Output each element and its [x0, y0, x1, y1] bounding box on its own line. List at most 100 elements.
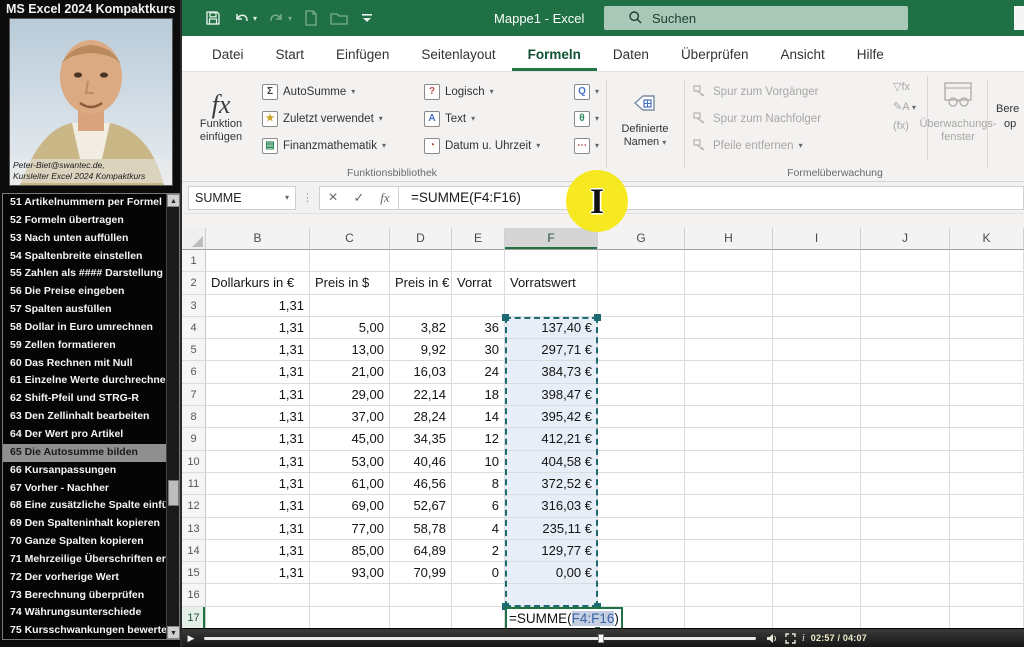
function-category-button[interactable]: θ▾ [574, 105, 599, 132]
datum-u-uhrzeit-button[interactable]: ◔Datum u. Uhrzeit▾ [424, 132, 540, 159]
cell-B17[interactable] [206, 607, 310, 629]
cell-J11[interactable] [861, 473, 950, 495]
cell-D11[interactable]: 46,56 [390, 473, 452, 495]
cell-G16[interactable] [598, 584, 685, 606]
cell-B3[interactable]: 1,31 [206, 295, 310, 317]
cell-C8[interactable]: 37,00 [310, 406, 390, 428]
cell-D5[interactable]: 9,92 [390, 339, 452, 361]
cell-D15[interactable]: 70,99 [390, 562, 452, 584]
cell-B8[interactable]: 1,31 [206, 406, 310, 428]
cell-K11[interactable] [950, 473, 1024, 495]
cell-C2[interactable]: Preis in $ [310, 272, 390, 294]
formula-input[interactable]: =SUMME(F4:F16) [399, 186, 1024, 210]
row-header-11[interactable]: 11 [182, 473, 206, 495]
cell-J16[interactable] [861, 584, 950, 606]
cell-F6[interactable]: 384,73 € [505, 361, 598, 383]
cell-J4[interactable] [861, 317, 950, 339]
cell-H16[interactable] [685, 584, 773, 606]
cell-K6[interactable] [950, 361, 1024, 383]
cell-I2[interactable] [773, 272, 861, 294]
row-header-4[interactable]: 4 [182, 317, 206, 339]
cell-D17[interactable] [390, 607, 452, 629]
cell-K16[interactable] [950, 584, 1024, 606]
cell-B2[interactable]: Dollarkurs in € [206, 272, 310, 294]
cell-H10[interactable] [685, 451, 773, 473]
cell-E10[interactable]: 10 [452, 451, 505, 473]
cell-F1[interactable] [505, 250, 598, 272]
cell-I10[interactable] [773, 451, 861, 473]
volume-icon[interactable] [766, 632, 778, 644]
cell-E7[interactable]: 18 [452, 384, 505, 406]
cell-J10[interactable] [861, 451, 950, 473]
cell-H1[interactable] [685, 250, 773, 272]
cell-K10[interactable] [950, 451, 1024, 473]
cell-I1[interactable] [773, 250, 861, 272]
cell-F14[interactable]: 129,77 € [505, 540, 598, 562]
cell-I4[interactable] [773, 317, 861, 339]
cell-J12[interactable] [861, 495, 950, 517]
cell-F12[interactable]: 316,03 € [505, 495, 598, 517]
chapter-item[interactable]: 67 Vorher - Nachher [3, 480, 179, 498]
tab-formeln[interactable]: Formeln [512, 39, 597, 71]
cell-H8[interactable] [685, 406, 773, 428]
column-header-F[interactable]: F [505, 228, 598, 250]
row-header-1[interactable]: 1 [182, 250, 206, 272]
chapter-item[interactable]: 75 Kursschwankungen bewerter [3, 622, 179, 640]
cell-H2[interactable] [685, 272, 773, 294]
chapter-item[interactable]: 54 Spaltenbreite einstellen [3, 248, 179, 266]
cell-J9[interactable] [861, 428, 950, 450]
progress-marker[interactable] [598, 634, 604, 643]
column-header-C[interactable]: C [310, 228, 390, 250]
row-header-5[interactable]: 5 [182, 339, 206, 361]
row-header-6[interactable]: 6 [182, 361, 206, 383]
chapter-item[interactable]: 56 Die Preise eingeben [3, 283, 179, 301]
row-header-13[interactable]: 13 [182, 518, 206, 540]
cell-E2[interactable]: Vorrat [452, 272, 505, 294]
cell-B4[interactable]: 1,31 [206, 317, 310, 339]
cell-B6[interactable]: 1,31 [206, 361, 310, 383]
info-icon[interactable]: i [802, 633, 805, 644]
cell-J15[interactable] [861, 562, 950, 584]
cell-D1[interactable] [390, 250, 452, 272]
cell-B13[interactable]: 1,31 [206, 518, 310, 540]
row-header-16[interactable]: 16 [182, 584, 206, 606]
cell-E1[interactable] [452, 250, 505, 272]
cell-E4[interactable]: 36 [452, 317, 505, 339]
cell-K3[interactable] [950, 295, 1024, 317]
cell-C4[interactable]: 5,00 [310, 317, 390, 339]
cell-F9[interactable]: 412,21 € [505, 428, 598, 450]
logisch-button[interactable]: ?Logisch▾ [424, 78, 540, 105]
chapter-item[interactable]: 52 Formeln übertragen [3, 212, 179, 230]
text-button[interactable]: AText▾ [424, 105, 540, 132]
cell-E14[interactable]: 2 [452, 540, 505, 562]
cell-D4[interactable]: 3,82 [390, 317, 452, 339]
name-box-dropdown-icon[interactable]: ▾ [285, 193, 289, 202]
cell-B1[interactable] [206, 250, 310, 272]
cell-I8[interactable] [773, 406, 861, 428]
cell-F16[interactable] [505, 584, 598, 606]
scroll-up-icon[interactable]: ▲ [167, 194, 180, 207]
cell-K2[interactable] [950, 272, 1024, 294]
row-header-10[interactable]: 10 [182, 451, 206, 473]
cell-B16[interactable] [206, 584, 310, 606]
cell-K14[interactable] [950, 540, 1024, 562]
calculation-options-button[interactable]: Bere op [996, 102, 1019, 132]
chapter-item[interactable]: 62 Shift-Pfeil und STRG-R [3, 390, 179, 408]
cell-I7[interactable] [773, 384, 861, 406]
cell-J8[interactable] [861, 406, 950, 428]
cell-K15[interactable] [950, 562, 1024, 584]
cell-D13[interactable]: 58,78 [390, 518, 452, 540]
cell-G4[interactable] [598, 317, 685, 339]
cell-H3[interactable] [685, 295, 773, 317]
cell-C15[interactable]: 93,00 [310, 562, 390, 584]
cell-E17[interactable] [452, 607, 505, 629]
row-header-17[interactable]: 17 [182, 607, 206, 629]
fullscreen-icon[interactable] [784, 632, 796, 644]
cell-E6[interactable]: 24 [452, 361, 505, 383]
tab-ansicht[interactable]: Ansicht [764, 39, 840, 71]
cell-B5[interactable]: 1,31 [206, 339, 310, 361]
cell-J7[interactable] [861, 384, 950, 406]
function-category-button[interactable]: Q▾ [574, 78, 599, 105]
row-header-7[interactable]: 7 [182, 384, 206, 406]
cell-G6[interactable] [598, 361, 685, 383]
